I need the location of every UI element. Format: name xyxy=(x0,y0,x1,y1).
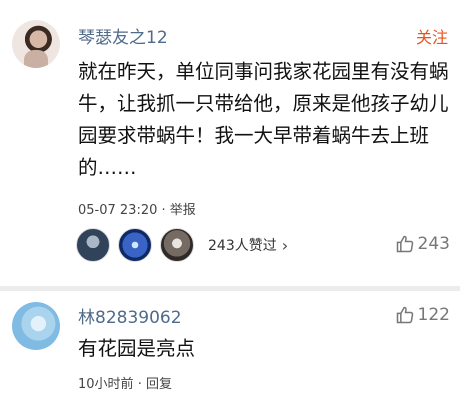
report-link[interactable]: 举报 xyxy=(170,203,196,218)
reply-link[interactable]: 回复 xyxy=(146,377,172,392)
like-count: 243 xyxy=(417,234,450,254)
timestamp: 10小时前 xyxy=(78,377,134,392)
comment-meta: 10小时前 · 回复 xyxy=(78,373,172,392)
follow-button[interactable]: 关注 xyxy=(416,24,448,48)
timestamp: 05-07 23:20 xyxy=(78,203,158,218)
like-button[interactable]: 122 xyxy=(395,305,450,325)
comment-text: 有花园是亮点 xyxy=(78,337,196,360)
liker-avatar[interactable] xyxy=(160,228,194,262)
avatar[interactable] xyxy=(12,20,60,68)
avatar[interactable] xyxy=(12,302,60,350)
meta-separator: · xyxy=(161,203,166,218)
liker-avatar[interactable] xyxy=(76,228,110,262)
meta-separator: · xyxy=(137,377,142,392)
thumbs-up-icon xyxy=(396,235,413,253)
comment-item: 琴瑟友之12 关注 就在昨天，单位同事问我家花园里有没有蜗牛，让我抓一只带给他，… xyxy=(0,0,460,286)
thumbs-up-icon xyxy=(396,306,413,324)
liked-by-row[interactable]: 243人赞过 › xyxy=(76,228,288,262)
like-count: 122 xyxy=(417,305,450,325)
username[interactable]: 琴瑟友之12 xyxy=(78,23,168,48)
liker-avatar[interactable] xyxy=(118,228,152,262)
liked-count-text[interactable]: 243人赞过 xyxy=(208,235,277,255)
chevron-right-icon: › xyxy=(281,235,289,255)
like-button[interactable]: 243 xyxy=(395,234,450,254)
comment-meta: 05-07 23:20 · 举报 xyxy=(78,199,196,218)
comment-text: 就在昨天，单位同事问我家花园里有没有蜗牛，让我抓一只带给他，原来是他孩子幼儿园要… xyxy=(78,60,449,179)
username[interactable]: 林82839062 xyxy=(78,303,182,328)
